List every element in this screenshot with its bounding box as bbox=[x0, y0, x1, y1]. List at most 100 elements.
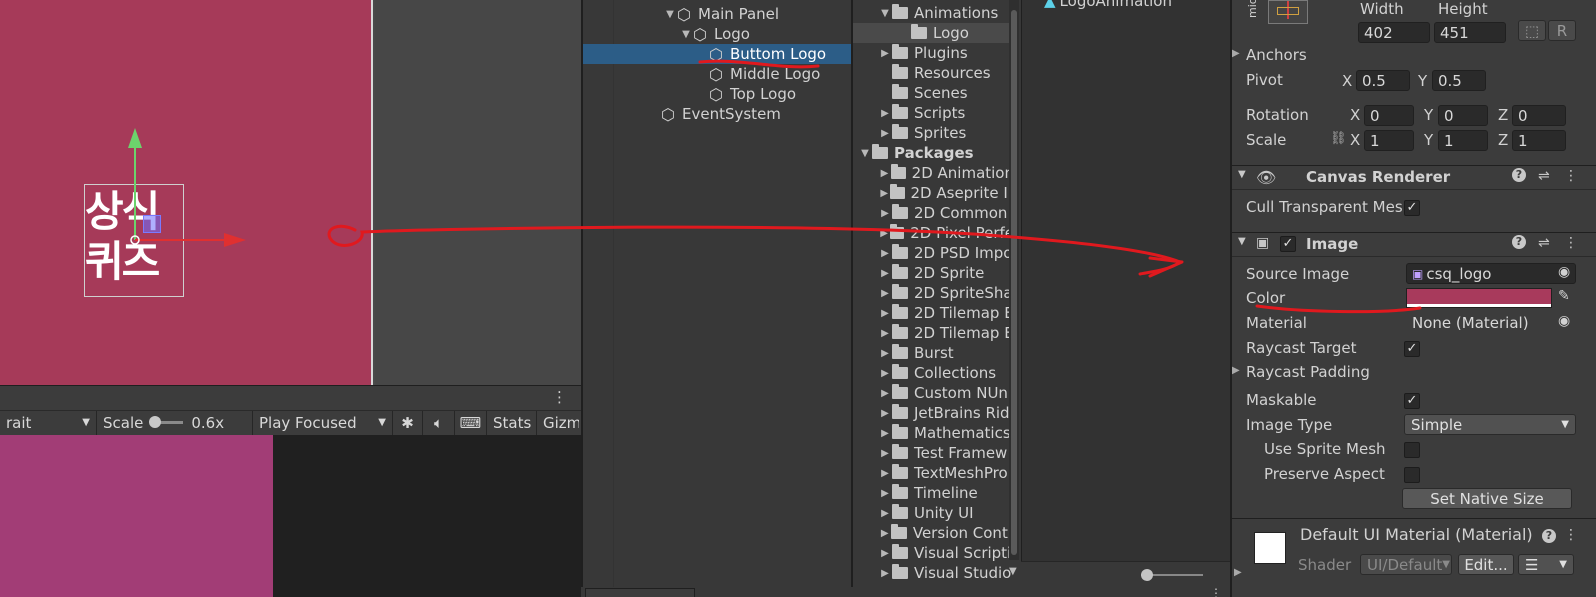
hierarchy-item-top-logo[interactable]: ⬡ Top Logo bbox=[709, 84, 849, 104]
project-item-package[interactable]: ▶ 2D Sprite bbox=[878, 263, 1014, 283]
hierarchy-item-middle-logo[interactable]: ⬡ Middle Logo bbox=[709, 64, 849, 84]
rotation-x-field[interactable]: 0 bbox=[1364, 105, 1414, 126]
hierarchy-item-eventsystem[interactable]: ⬡ EventSystem bbox=[661, 104, 849, 124]
hierarchy-panel[interactable]: ▼ ⬡ Main Panel ▼ ⬡ Logo ⬡ Buttom Logo ⬡ … bbox=[581, 0, 851, 587]
rotation-y-field[interactable]: 0 bbox=[1438, 105, 1488, 126]
fold-closed-icon[interactable]: ▶ bbox=[1234, 567, 1242, 578]
anchors-label[interactable]: Anchors bbox=[1246, 46, 1307, 64]
source-image-field[interactable]: ▣ csq_logo bbox=[1406, 263, 1576, 284]
project-item-scripts[interactable]: ▶ Scripts bbox=[878, 103, 965, 123]
more-options-icon[interactable]: ⋮ bbox=[1564, 527, 1578, 543]
fold-closed-icon[interactable]: ▶ bbox=[878, 168, 891, 179]
move-gizmo[interactable] bbox=[0, 0, 375, 385]
fold-closed-icon[interactable]: ▶ bbox=[878, 108, 892, 119]
gizmos-button[interactable]: Gizmo bbox=[537, 411, 579, 435]
project-item-logo[interactable]: Logo bbox=[853, 23, 1011, 43]
shader-dropdown[interactable]: UI/Default ▼ bbox=[1360, 554, 1452, 575]
play-mode-dropdown[interactable]: Play Focused ▼ bbox=[253, 410, 393, 435]
project-item-scenes[interactable]: Scenes bbox=[892, 83, 968, 103]
help-icon[interactable]: ? bbox=[1512, 168, 1526, 182]
object-picker-icon[interactable]: ◉ bbox=[1558, 313, 1570, 329]
fold-closed-icon[interactable]: ▶ bbox=[878, 528, 891, 539]
raw-edit-mode-icon[interactable]: R bbox=[1548, 20, 1576, 41]
height-field[interactable]: 451 bbox=[1434, 22, 1506, 43]
blueprint-mode-icon[interactable]: ⬚ bbox=[1518, 20, 1546, 41]
fold-closed-icon[interactable]: ▶ bbox=[878, 388, 892, 399]
project-item-package[interactable]: ▶ Visual Studio bbox=[878, 563, 1014, 583]
eyedropper-icon[interactable]: ✎ bbox=[1558, 288, 1570, 304]
more-options-icon[interactable]: ⋮ bbox=[1564, 235, 1578, 251]
scale-z-field[interactable]: 1 bbox=[1512, 130, 1566, 151]
fold-closed-icon[interactable]: ▶ bbox=[878, 548, 892, 559]
image-component-header[interactable]: ▼ ▣ ✓ Image ? ⇌ ⋮ bbox=[1232, 232, 1596, 257]
project-content-item[interactable]: ▲ LogoAnimation bbox=[1044, 0, 1172, 10]
pivot-x-field[interactable]: 0.5 bbox=[1356, 70, 1410, 91]
presets-icon[interactable]: ⇌ bbox=[1538, 235, 1550, 251]
aspect-dropdown[interactable]: rait ▼ bbox=[0, 410, 97, 435]
console-tab[interactable] bbox=[585, 588, 695, 597]
image-type-dropdown[interactable]: Simple ▼ bbox=[1404, 414, 1576, 435]
project-item-package[interactable]: ▶ Version Contr bbox=[878, 523, 1014, 543]
more-options-icon[interactable]: ⋮ bbox=[552, 388, 567, 406]
fold-closed-icon[interactable]: ▶ bbox=[878, 188, 890, 199]
fold-open-icon[interactable]: ▼ bbox=[679, 29, 693, 40]
project-scrollbar-thumb[interactable] bbox=[1011, 10, 1017, 555]
project-item-package[interactable]: ▶ Custom NUni bbox=[878, 383, 1014, 403]
fold-closed-icon[interactable]: ▶ bbox=[878, 488, 892, 499]
project-item-package[interactable]: ▶ 2D Common bbox=[878, 203, 1014, 223]
game-canvas[interactable] bbox=[0, 435, 273, 597]
anchor-preset-button[interactable] bbox=[1268, 0, 1308, 24]
fold-closed-icon[interactable]: ▶ bbox=[878, 208, 892, 219]
fold-closed-icon[interactable]: ▶ bbox=[1232, 48, 1240, 59]
fold-closed-icon[interactable]: ▶ bbox=[1232, 365, 1240, 376]
fold-closed-icon[interactable]: ▶ bbox=[878, 568, 892, 579]
scale-y-field[interactable]: 1 bbox=[1438, 130, 1488, 151]
project-item-package[interactable]: ▶ 2D PSD Impo bbox=[878, 243, 1014, 263]
maskable-checkbox[interactable]: ✓ bbox=[1404, 393, 1420, 409]
fold-closed-icon[interactable]: ▶ bbox=[878, 48, 892, 59]
fold-closed-icon[interactable]: ▶ bbox=[878, 368, 892, 379]
hierarchy-item-buttom-logo[interactable]: ⬡ Buttom Logo bbox=[583, 44, 851, 64]
help-icon[interactable]: ? bbox=[1542, 529, 1556, 543]
project-folder-tree[interactable]: ▼ Animations Logo ▶ Plugins Resources Sc… bbox=[851, 0, 1021, 587]
more-options-icon[interactable]: ⋮ bbox=[1210, 586, 1222, 597]
project-item-package[interactable]: ▶ Test Framew bbox=[878, 443, 1014, 463]
help-icon[interactable]: ? bbox=[1512, 235, 1526, 249]
fold-closed-icon[interactable]: ▶ bbox=[878, 248, 892, 259]
audio-icon[interactable]: 🔈︎ bbox=[423, 410, 455, 435]
inspector-panel[interactable]: mid Width Height 402 451 ⬚ R ▶ Anchors P… bbox=[1230, 0, 1596, 597]
scale-track[interactable] bbox=[149, 416, 184, 428]
preserve-aspect-checkbox[interactable] bbox=[1404, 467, 1420, 483]
fold-open-icon[interactable]: ▼ bbox=[878, 8, 892, 19]
stats-button[interactable]: Stats bbox=[487, 410, 537, 435]
raycast-padding-label[interactable]: Raycast Padding bbox=[1246, 363, 1370, 381]
material-field[interactable]: None (Material) bbox=[1406, 312, 1576, 333]
width-field[interactable]: 402 bbox=[1358, 22, 1430, 43]
object-picker-icon[interactable]: ◉ bbox=[1558, 264, 1570, 280]
project-item-animations[interactable]: ▼ Animations bbox=[878, 3, 998, 23]
fold-closed-icon[interactable]: ▶ bbox=[878, 328, 892, 339]
constrain-proportions-icon[interactable]: ⛓︎ bbox=[1330, 131, 1347, 146]
cull-transparent-checkbox[interactable]: ✓ bbox=[1404, 200, 1420, 216]
fold-closed-icon[interactable]: ▶ bbox=[878, 348, 892, 359]
project-item-package[interactable]: ▶ 2D Tilemap E bbox=[878, 303, 1014, 323]
project-item-plugins[interactable]: ▶ Plugins bbox=[878, 43, 968, 63]
bug-icon[interactable]: ✱ bbox=[393, 410, 423, 435]
project-item-package[interactable]: ▶ Timeline bbox=[878, 483, 1014, 503]
project-item-sprites[interactable]: ▶ Sprites bbox=[878, 123, 966, 143]
project-item-package[interactable]: ▶ Collections bbox=[878, 363, 1014, 383]
fold-closed-icon[interactable]: ▶ bbox=[878, 128, 892, 139]
edit-shader-button[interactable]: Edit... bbox=[1458, 554, 1514, 575]
rotation-z-field[interactable]: 0 bbox=[1512, 105, 1566, 126]
scene-view[interactable]: 상식 퀴즈 bbox=[0, 0, 581, 385]
fold-closed-icon[interactable]: ▶ bbox=[878, 408, 892, 419]
fold-closed-icon[interactable]: ▶ bbox=[878, 508, 892, 519]
project-item-package[interactable]: ▶ 2D Aseprite Ir bbox=[878, 183, 1014, 203]
hierarchy-item-logo[interactable]: ▼ ⬡ Logo bbox=[679, 24, 849, 44]
project-content-panel[interactable]: ▲ LogoAnimation bbox=[1021, 0, 1230, 587]
fold-closed-icon[interactable]: ▶ bbox=[878, 228, 890, 239]
keyboard-icon[interactable]: ⌨︎ bbox=[455, 410, 487, 435]
raycast-target-checkbox[interactable]: ✓ bbox=[1404, 341, 1420, 357]
more-options-icon[interactable]: ⋮ bbox=[1564, 168, 1578, 184]
color-swatch[interactable] bbox=[1406, 288, 1552, 308]
